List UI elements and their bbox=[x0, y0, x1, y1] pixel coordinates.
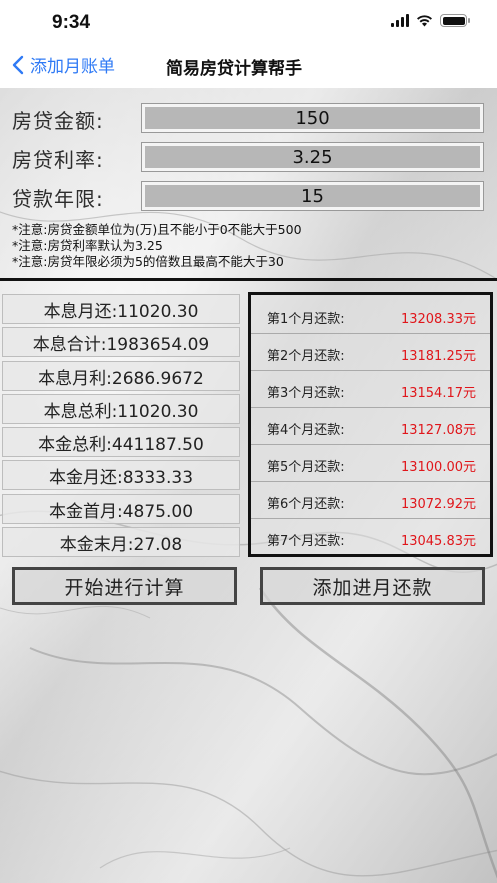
back-label: 添加月账单 bbox=[30, 57, 115, 77]
schedule-amount: 13208.33元 bbox=[400, 312, 476, 327]
interest-rate-field[interactable]: 3.25 bbox=[142, 143, 483, 171]
schedule-month-label: 第2个月还款: bbox=[267, 349, 345, 364]
note-item: *注意:房贷利率默认为3.25 bbox=[12, 238, 163, 253]
chevron-left-icon bbox=[12, 55, 24, 74]
schedule-month-label: 第5个月还款: bbox=[267, 460, 345, 475]
battery-icon bbox=[440, 14, 470, 27]
result-item: 本金末月:27.08 bbox=[2, 527, 240, 557]
result-item: 本息总利:11020.30 bbox=[2, 394, 240, 424]
result-item: 本息合计:1983654.09 bbox=[2, 327, 240, 357]
wifi-icon bbox=[417, 15, 432, 27]
calculate-button[interactable]: 开始进行计算 bbox=[12, 567, 237, 605]
navigation-bar: 添加月账单 简易房贷计算帮手 bbox=[0, 46, 497, 88]
loan-years-row: 贷款年限: 15 bbox=[12, 182, 483, 212]
monthly-schedule-list[interactable]: 第1个月还款: 13208.33元 第2个月还款: 13181.25元 第3个月… bbox=[248, 292, 493, 557]
result-item: 本金月还:8333.33 bbox=[2, 460, 240, 490]
note-item: *注意:房贷年限必须为5的倍数且最高不能大于30 bbox=[12, 254, 284, 269]
page-title: 简易房贷计算帮手 bbox=[166, 59, 302, 79]
status-bar: 9:34 bbox=[0, 0, 497, 46]
loan-amount-label: 房贷金额: bbox=[12, 108, 104, 133]
status-time: 9:34 bbox=[52, 12, 91, 33]
list-item: 第3个月还款: 13154.17元 bbox=[251, 371, 490, 408]
cellular-signal-icon bbox=[391, 14, 409, 27]
list-item: 第6个月还款: 13072.92元 bbox=[251, 482, 490, 519]
result-item: 本息月利:2686.9672 bbox=[2, 361, 240, 391]
schedule-amount: 13127.08元 bbox=[400, 423, 476, 438]
schedule-amount: 13045.83元 bbox=[400, 534, 476, 549]
list-item: 第4个月还款: 13127.08元 bbox=[251, 408, 490, 445]
schedule-amount: 13072.92元 bbox=[400, 497, 476, 512]
schedule-month-label: 第6个月还款: bbox=[267, 497, 345, 512]
loan-years-label: 贷款年限: bbox=[12, 186, 104, 211]
loan-amount-row: 房贷金额: 150 bbox=[12, 104, 483, 134]
back-button[interactable]: 添加月账单 bbox=[12, 52, 115, 77]
interest-rate-label: 房贷利率: bbox=[12, 147, 104, 172]
list-item: 第1个月还款: 13208.33元 bbox=[251, 297, 490, 334]
divider bbox=[0, 278, 497, 281]
schedule-amount: 13181.25元 bbox=[400, 349, 476, 364]
schedule-amount: 13100.00元 bbox=[400, 460, 476, 475]
result-item: 本金总利:441187.50 bbox=[2, 427, 240, 457]
result-item: 本息月还:11020.30 bbox=[2, 294, 240, 324]
loan-years-field[interactable]: 15 bbox=[142, 182, 483, 210]
result-item: 本金首月:4875.00 bbox=[2, 494, 240, 524]
note-item: *注意:房贷金额单位为(万)且不能小于0不能大于500 bbox=[12, 222, 302, 237]
schedule-amount: 13154.17元 bbox=[400, 386, 476, 401]
schedule-month-label: 第7个月还款: bbox=[267, 534, 345, 549]
status-icons bbox=[391, 14, 470, 27]
interest-rate-row: 房贷利率: 3.25 bbox=[12, 143, 483, 173]
notes: *注意:房贷金额单位为(万)且不能小于0不能大于500 *注意:房贷利率默认为3… bbox=[12, 222, 302, 270]
schedule-month-label: 第1个月还款: bbox=[267, 312, 345, 327]
list-item: 第2个月还款: 13181.25元 bbox=[251, 334, 490, 371]
loan-amount-field[interactable]: 150 bbox=[142, 104, 483, 132]
schedule-month-label: 第3个月还款: bbox=[267, 386, 345, 401]
list-item: 第5个月还款: 13100.00元 bbox=[251, 445, 490, 482]
schedule-month-label: 第4个月还款: bbox=[267, 423, 345, 438]
list-item: 第7个月还款: 13045.83元 bbox=[251, 519, 490, 556]
add-to-monthly-button[interactable]: 添加进月还款 bbox=[260, 567, 485, 605]
